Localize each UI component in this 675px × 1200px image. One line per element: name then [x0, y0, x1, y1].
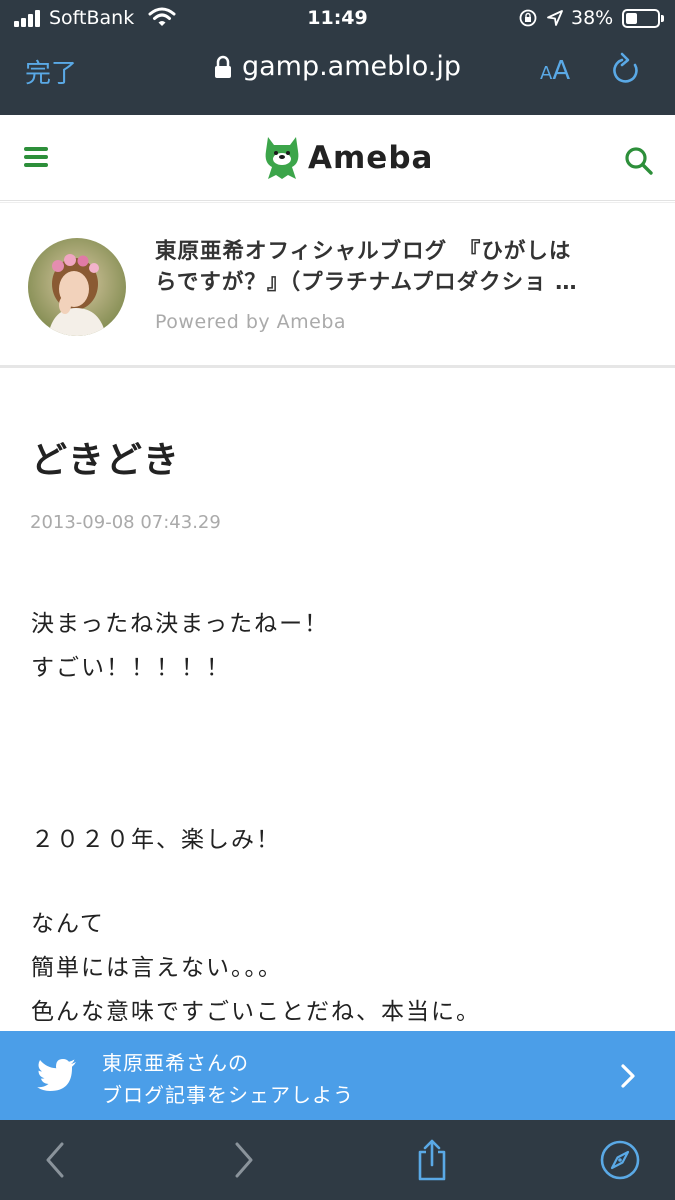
hamburger-icon[interactable] — [24, 147, 48, 167]
twitter-share-banner[interactable]: 東原亜希さんの ブログ記事をシェアしよう — [0, 1031, 675, 1120]
article-text-line: 簡単には言えない。。。 — [31, 955, 283, 981]
article-text-line: すごい！！！！！ — [31, 655, 231, 681]
location-arrow-icon — [547, 10, 563, 26]
share-text-line: 東原亜希さんの — [102, 1051, 249, 1075]
blog-title-line: らですが？』（プラチナムプロダクショ … — [155, 270, 578, 295]
ameba-mascot-icon — [265, 137, 299, 179]
article-text-line: 決まったね決まったねー！ — [31, 611, 330, 637]
site-header: Ameba — [0, 115, 675, 201]
article-text-line: ２０２０年、楽しみ！ — [31, 827, 281, 853]
blog-title-line: 東原亜希オフィシャルブログ 『ひがしは — [155, 239, 572, 264]
logo-text: Ameba — [308, 140, 434, 176]
post-title: どきどき — [31, 440, 181, 481]
twitter-icon — [37, 1059, 76, 1091]
blog-info-card[interactable]: 東原亜希オフィシャルブログ 『ひがしは らですが？』（プラチナムプロダクショ …… — [0, 202, 675, 368]
aa-large-label: A — [552, 56, 571, 86]
text-size-button[interactable]: AA — [540, 56, 570, 86]
share-icon[interactable] — [412, 1138, 452, 1182]
forward-icon[interactable] — [223, 1138, 263, 1182]
compass-icon[interactable] — [600, 1138, 640, 1182]
status-bar: SoftBank 11:49 38% — [0, 0, 675, 36]
blog-title[interactable]: 東原亜希オフィシャルブログ 『ひがしは らですが？』（プラチナムプロダクショ … — [155, 236, 640, 298]
article-text-line: 色んな意味ですごいことだね、本当に。 — [31, 999, 481, 1025]
bottom-toolbar — [0, 1120, 675, 1200]
avatar — [28, 238, 126, 336]
share-text-line: ブログ記事をシェアしよう — [102, 1083, 354, 1107]
back-icon[interactable] — [36, 1138, 76, 1182]
aa-small-label: A — [540, 63, 553, 84]
done-button[interactable]: 完了 — [25, 53, 77, 90]
chevron-right-icon — [621, 1064, 635, 1088]
url-text: gamp.ameblo.jp — [241, 51, 462, 82]
search-icon[interactable] — [624, 146, 654, 176]
article-text-line: なんて — [31, 911, 105, 937]
lock-icon — [214, 55, 231, 78]
browser-chrome: SoftBank 11:49 38% 完了 gamp.ameblo.jp AA — [0, 0, 675, 115]
battery-percent: 38% — [571, 7, 614, 29]
post-date: 2013-09-08 07:43.29 — [30, 512, 221, 533]
battery-icon — [622, 9, 664, 28]
ameba-logo[interactable]: Ameba — [262, 132, 433, 184]
url-bar[interactable]: gamp.ameblo.jp — [214, 51, 461, 82]
orientation-lock-icon — [519, 9, 537, 27]
reload-icon[interactable] — [610, 52, 644, 88]
powered-by: Powered by Ameba — [155, 311, 347, 333]
